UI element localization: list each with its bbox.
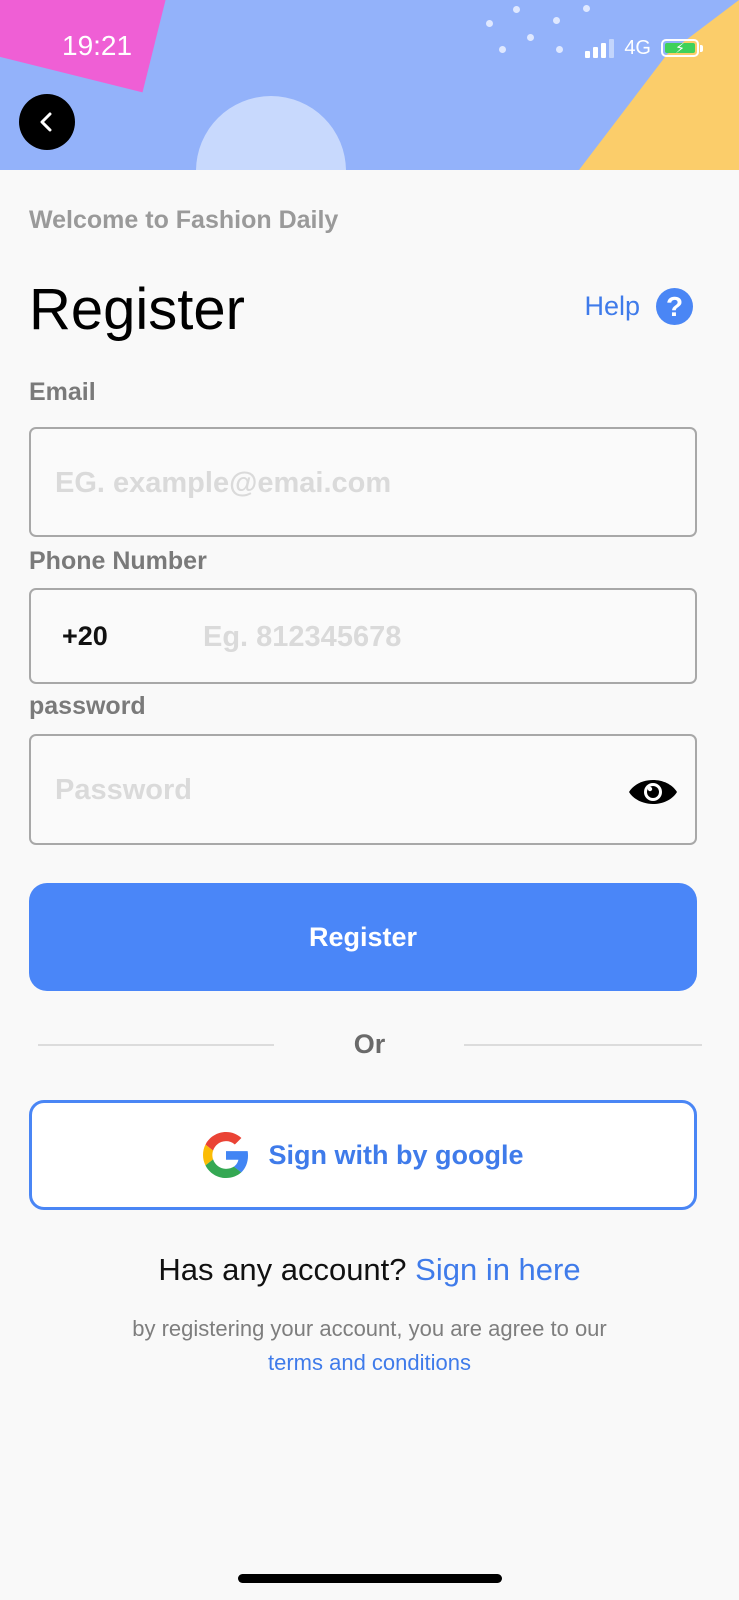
account-prompt: Has any account? Sign in here (0, 1252, 739, 1288)
decorative-dot (513, 6, 520, 13)
terms-link[interactable]: terms and conditions (0, 1350, 739, 1376)
status-indicators: 4G ⚡ (585, 36, 703, 60)
help-icon: ? (656, 288, 693, 325)
phone-field-container: +20 (29, 588, 697, 684)
decorative-dot (499, 46, 506, 53)
email-input[interactable] (53, 429, 677, 537)
help-button[interactable]: Help ? (584, 288, 693, 325)
country-code[interactable]: +20 (62, 590, 108, 682)
decorative-dot (556, 46, 563, 53)
home-indicator[interactable] (238, 1574, 502, 1583)
page-title: Register (29, 277, 245, 342)
signal-icon (585, 38, 615, 58)
decorative-circle (196, 96, 346, 170)
terms-text: by registering your account, you are agr… (132, 1316, 607, 1341)
divider-right (464, 1044, 702, 1046)
password-field-container (29, 734, 697, 845)
register-button[interactable]: Register (29, 883, 697, 991)
email-label: Email (29, 378, 96, 406)
password-label: password (29, 692, 146, 720)
help-label: Help (584, 291, 640, 321)
google-logo-icon (202, 1132, 248, 1178)
email-field-container (29, 427, 697, 537)
eye-icon[interactable] (627, 772, 679, 812)
decorative-yellow-shape (579, 0, 739, 170)
google-signin-button[interactable]: Sign with by google (29, 1100, 697, 1210)
back-button[interactable] (19, 94, 75, 150)
decorative-dot (583, 5, 590, 12)
phone-label: Phone Number (29, 547, 207, 575)
back-arrow-icon (40, 112, 52, 132)
decorative-dot (527, 34, 534, 41)
status-time: 19:21 (62, 30, 133, 61)
network-type: 4G (624, 36, 651, 59)
google-signin-label: Sign with by google (268, 1139, 524, 1170)
battery-charging-icon: ⚡ (661, 39, 703, 57)
welcome-text: Welcome to Fashion Daily (29, 206, 339, 234)
header-banner: 19:21 4G ⚡ (0, 0, 739, 170)
decorative-dot (553, 17, 560, 24)
sign-in-link[interactable]: Sign in here (415, 1252, 580, 1287)
account-question: Has any account? (158, 1252, 407, 1287)
decorative-dot (486, 20, 493, 27)
password-input[interactable] (53, 736, 617, 845)
phone-input[interactable] (201, 590, 675, 684)
